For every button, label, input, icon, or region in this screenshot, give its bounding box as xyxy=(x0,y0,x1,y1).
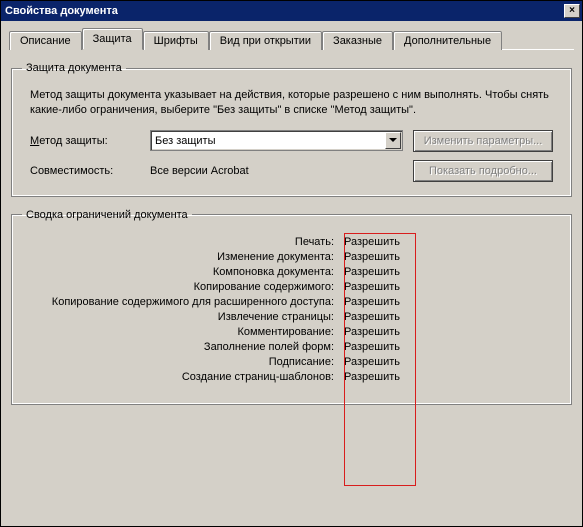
restriction-label: Комментирование: xyxy=(22,326,342,338)
restriction-value: Разрешить xyxy=(342,341,404,353)
restrictions-group: Сводка ограничений документа Печать: Раз… xyxy=(11,209,572,405)
security-group: Защита документа Метод защиты документа … xyxy=(11,62,572,197)
restriction-label: Изменение документа: xyxy=(22,251,342,263)
tab-description[interactable]: Описание xyxy=(9,31,82,50)
restriction-row: Копирование содержимого: Разрешить xyxy=(22,281,561,293)
tab-custom[interactable]: Заказные xyxy=(322,31,393,50)
restriction-row: Создание страниц-шаблонов: Разрешить xyxy=(22,371,561,383)
restriction-row: Печать: Разрешить xyxy=(22,236,561,248)
tab-security[interactable]: Защита xyxy=(82,28,143,50)
security-description: Метод защиты документа указывает на дейс… xyxy=(30,88,553,118)
restriction-value: Разрешить xyxy=(342,296,404,308)
restriction-value: Разрешить xyxy=(342,251,404,263)
security-method-combo[interactable]: Без защиты xyxy=(150,130,403,151)
restriction-value: Разрешить xyxy=(342,356,404,368)
chevron-down-icon[interactable] xyxy=(385,132,401,149)
titlebar: Свойства документа × xyxy=(1,1,582,21)
tab-content: Защита документа Метод защиты документа … xyxy=(9,49,574,518)
close-button[interactable]: × xyxy=(564,4,580,18)
tab-initial-view[interactable]: Вид при открытии xyxy=(209,31,322,50)
method-label: Метод защиты: xyxy=(30,135,140,147)
document-properties-window: Свойства документа × Описание Защита Шри… xyxy=(0,0,583,527)
restriction-label: Заполнение полей форм: xyxy=(22,341,342,353)
tabs: Описание Защита Шрифты Вид при открытии … xyxy=(9,27,574,49)
restriction-value: Разрешить xyxy=(342,281,404,293)
restriction-label: Компоновка документа: xyxy=(22,266,342,278)
restrictions-group-legend: Сводка ограничений документа xyxy=(22,209,192,221)
restriction-value: Разрешить xyxy=(342,311,404,323)
restriction-value: Разрешить xyxy=(342,371,404,383)
restriction-row: Компоновка документа: Разрешить xyxy=(22,266,561,278)
restriction-row: Копирование содержимого для расширенного… xyxy=(22,296,561,308)
restriction-label: Подписание: xyxy=(22,356,342,368)
security-group-legend: Защита документа xyxy=(22,62,126,74)
security-method-value: Без защиты xyxy=(155,135,385,147)
restriction-label: Копирование содержимого для расширенного… xyxy=(22,296,342,308)
restriction-label: Извлечение страницы: xyxy=(22,311,342,323)
restriction-row: Подписание: Разрешить xyxy=(22,356,561,368)
compat-value: Все версии Acrobat xyxy=(150,165,403,177)
restriction-label: Создание страниц-шаблонов: xyxy=(22,371,342,383)
restriction-label: Копирование содержимого: xyxy=(22,281,342,293)
restriction-row: Заполнение полей форм: Разрешить xyxy=(22,341,561,353)
restriction-value: Разрешить xyxy=(342,326,404,338)
compat-label: Совместимость: xyxy=(30,165,140,177)
tab-fonts[interactable]: Шрифты xyxy=(143,31,209,50)
restriction-value: Разрешить xyxy=(342,266,404,278)
window-title: Свойства документа xyxy=(5,5,564,17)
tab-advanced[interactable]: Дополнительные xyxy=(393,31,502,50)
restriction-row: Комментирование: Разрешить xyxy=(22,326,561,338)
restrictions-list: Печать: Разрешить Изменение документа: Р… xyxy=(22,236,561,383)
restriction-label: Печать: xyxy=(22,236,342,248)
restriction-value: Разрешить xyxy=(342,236,404,248)
restriction-row: Изменение документа: Разрешить xyxy=(22,251,561,263)
show-details-button: Показать подробно... xyxy=(413,160,553,182)
restriction-row: Извлечение страницы: Разрешить xyxy=(22,311,561,323)
change-settings-button: Изменить параметры... xyxy=(413,130,553,152)
